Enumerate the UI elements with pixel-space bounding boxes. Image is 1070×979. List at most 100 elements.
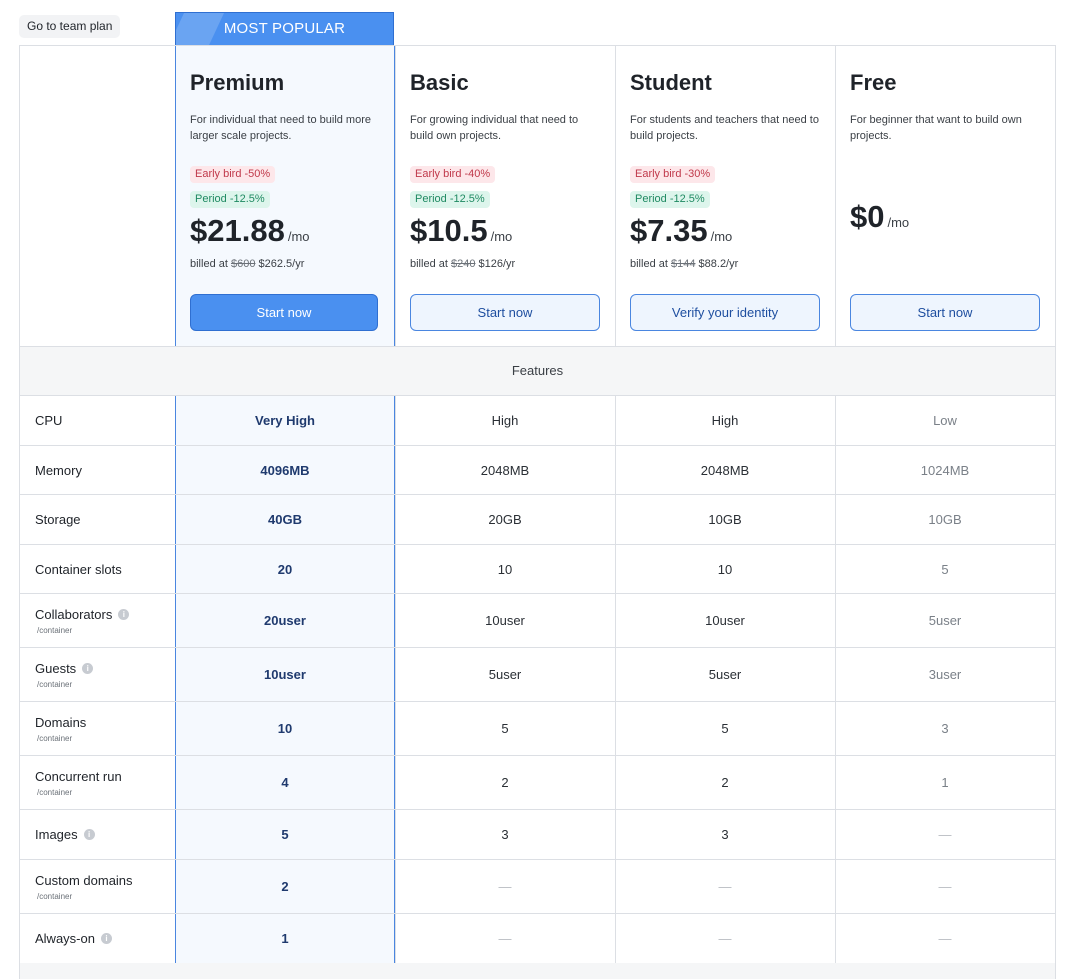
free-value: 3 [941, 721, 949, 736]
plan-price: $0/mo [850, 199, 909, 235]
basic-value: 2048MB [480, 462, 530, 478]
billed-prefix: billed at [630, 258, 668, 270]
row-label-cell: Memory [20, 446, 175, 494]
table-row: Domains /container 10 5 5 3 [20, 702, 1055, 756]
start-now-button[interactable]: Start now [850, 294, 1040, 331]
row-label-cell: Storage [20, 495, 175, 544]
billed-prefix: billed at [190, 258, 228, 270]
row-label: Memory [35, 462, 82, 478]
price-amount: $0 [850, 199, 885, 234]
row-label-main: Always-on i [35, 931, 112, 946]
student-value: 2048MB [700, 462, 750, 478]
early-bird-chip: Early bird -30% [630, 166, 716, 183]
plan-description: For growing individual that need to buil… [410, 114, 579, 142]
start-now-button[interactable]: Start now [410, 294, 600, 331]
free-value: — [938, 931, 952, 946]
features-section-header: Features [20, 346, 1055, 396]
basic-value: 5user [488, 667, 522, 682]
price-period: /mo [887, 215, 910, 230]
row-label-main: Concurrent run [35, 769, 122, 784]
row-label: Custom domains [35, 872, 133, 888]
billed-info: billed at $600 $262.5/yr [190, 258, 304, 270]
plan-free: Free For beginner that want to build own… [835, 46, 1055, 346]
premium-value: 10 [277, 721, 293, 736]
table-row: Container slots 20 10 10 5 [20, 545, 1055, 594]
row-label: Images [35, 827, 78, 842]
basic-value: 10user [485, 613, 525, 628]
basic-value: 3 [501, 827, 509, 842]
free-value: 1 [941, 775, 949, 790]
row-label-main: CPU [35, 413, 62, 428]
basic-value: 20GB [488, 512, 522, 527]
plan-description: For students and teachers that need to b… [630, 114, 819, 142]
basic-value: — [498, 931, 512, 946]
features-rows: CPU Very High High High Low Memory 4096M… [20, 396, 1055, 964]
row-label: Domains [35, 714, 87, 730]
info-icon[interactable]: i [82, 662, 94, 674]
row-label-main: Domains [35, 715, 86, 730]
premium-value: 20 [277, 561, 293, 577]
plan-basic: Basic For growing individual that need t… [395, 46, 615, 346]
free-value: — [938, 879, 952, 894]
info-icon[interactable]: i [100, 933, 112, 944]
row-label-cell: Custom domains /container [20, 860, 175, 913]
plan-name: Premium [190, 70, 285, 95]
basic-value: 2 [501, 775, 509, 790]
plan-name: Student [630, 70, 712, 95]
premium-value: Very High [255, 413, 315, 428]
table-row: Concurrent run /container 4 2 2 1 [20, 756, 1055, 810]
price-period: /mo [710, 229, 733, 244]
billed-prefix: billed at [410, 258, 448, 270]
student-value: High [711, 413, 739, 428]
price-period: /mo [490, 229, 513, 244]
row-sublabel: /container [37, 679, 73, 689]
info-icon[interactable]: i [83, 829, 95, 840]
price-amount: $7.35 [630, 213, 708, 248]
billed-old-price: $144 [670, 258, 696, 270]
premium-value: 20user [264, 613, 306, 628]
plan-price: $10.5/mo [410, 213, 512, 249]
go-to-team-plan-button[interactable]: Go to team plan [19, 15, 121, 38]
billed-info: billed at $144 $88.2/yr [630, 258, 738, 270]
info-icon[interactable]: i [118, 608, 130, 620]
free-value: 10GB [928, 512, 962, 527]
verify-identity-button[interactable]: Verify your identity [630, 294, 820, 331]
table-row: Images i 5 3 3 — [20, 810, 1055, 860]
student-value: 2 [721, 775, 729, 790]
free-value: Low [933, 413, 957, 428]
row-label-cell: Always-on i [20, 914, 175, 963]
row-label-main: Images i [35, 827, 95, 842]
student-value: 5 [721, 721, 729, 736]
basic-value: 5 [501, 721, 509, 736]
row-label-main: Custom domains [35, 873, 133, 888]
start-now-button[interactable]: Start now [190, 294, 378, 331]
premium-value: 10user [264, 667, 306, 682]
student-value: 10user [705, 613, 745, 628]
row-label-main: Container slots [35, 562, 122, 577]
most-popular-label: MOST POPULAR [223, 20, 346, 37]
plan-description: For beginner that want to build own proj… [850, 114, 1022, 142]
row-label: Container slots [35, 561, 122, 577]
row-label: Collaborators [35, 606, 113, 622]
premium-value: 2 [281, 879, 289, 894]
plan-price: $7.35/mo [630, 213, 732, 249]
premium-value: 40GB [268, 512, 302, 527]
premium-value: 4 [281, 775, 289, 790]
table-row: Storage 40GB 20GB 10GB 10GB [20, 495, 1055, 545]
free-value: 1024MB [920, 462, 970, 478]
price-amount: $21.88 [190, 213, 285, 248]
plan-price: $21.88/mo [190, 213, 310, 249]
table-footer-band [19, 963, 1056, 979]
period-chip: Period -12.5% [630, 191, 710, 208]
plan-student: Student For students and teachers that n… [615, 46, 835, 346]
row-label: Guests [35, 660, 77, 676]
row-label-main: Memory [35, 463, 82, 478]
row-label: CPU [35, 413, 63, 428]
table-row: Custom domains /container 2 — — — [20, 860, 1055, 914]
student-value: 3 [721, 827, 729, 842]
row-sublabel: /container [37, 891, 73, 901]
basic-value: High [491, 413, 519, 428]
table-row: CPU Very High High High Low [20, 396, 1055, 446]
plan-name: Free [850, 70, 897, 95]
row-label-main: Storage [35, 512, 81, 527]
